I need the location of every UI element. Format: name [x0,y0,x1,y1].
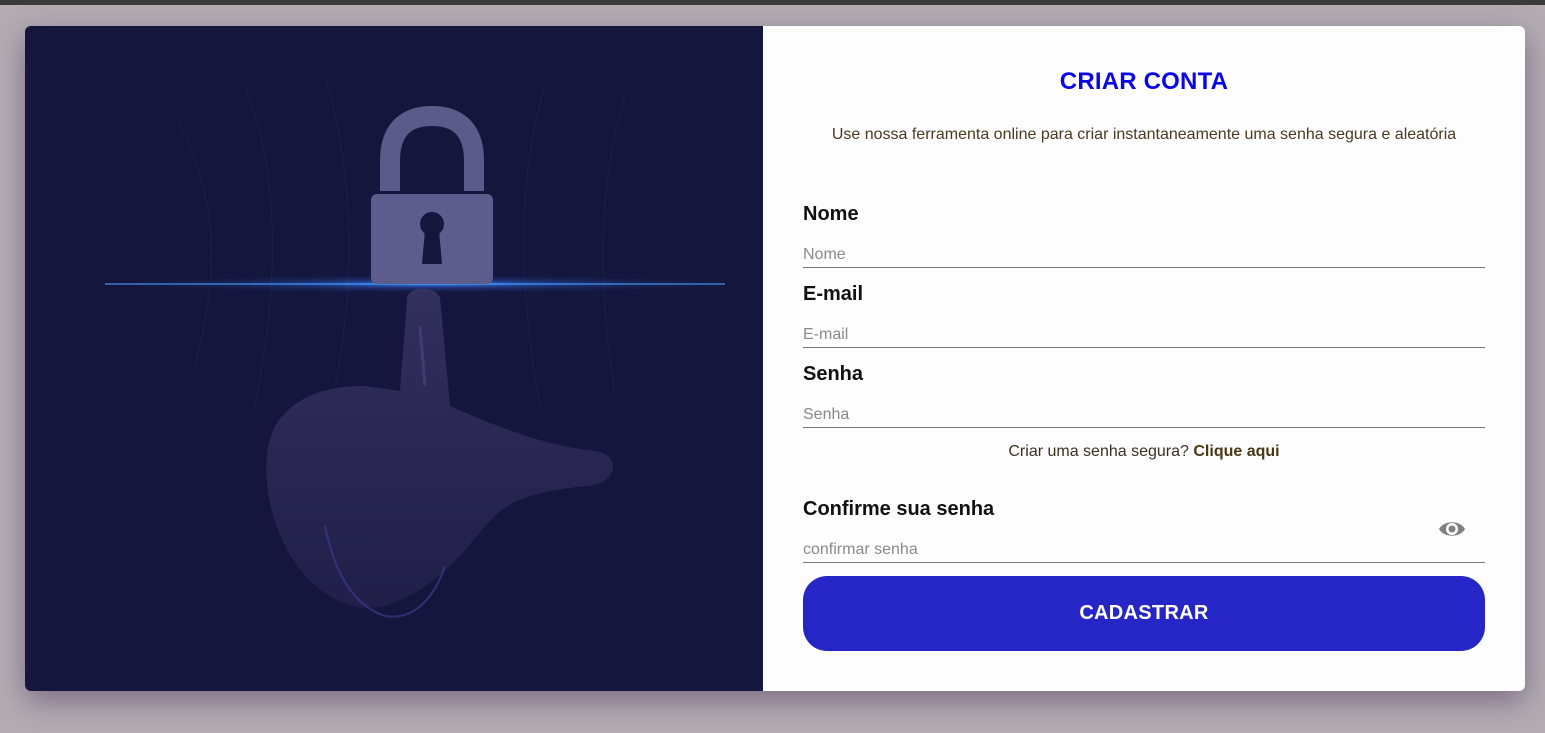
secure-password-hint: Criar uma senha segura? Clique aqui [763,443,1525,461]
generate-password-link[interactable]: Clique aqui [1193,443,1279,460]
confirm-password-input[interactable] [803,537,1485,563]
email-input[interactable] [803,322,1485,348]
hint-text: Criar uma senha segura? [1008,443,1189,460]
name-label: Nome [803,203,859,225]
padlock-finger-illustration [102,75,762,618]
browser-top-edge [0,0,1545,5]
signup-card: CRIAR CONTA Use nossa ferramenta online … [25,26,1525,691]
padlock-icon [371,105,493,284]
signup-form-panel: CRIAR CONTA Use nossa ferramenta online … [763,26,1525,691]
hero-image-panel [25,26,763,691]
hand-illustration [266,288,614,618]
register-button[interactable]: CADASTRAR [803,576,1485,651]
password-label: Senha [803,363,864,385]
form-title: CRIAR CONTA [1059,68,1229,95]
form-subtitle: Use nossa ferramenta online para criar i… [831,126,1457,143]
name-input[interactable] [803,242,1485,268]
password-input[interactable] [803,402,1485,428]
email-label: E-mail [803,283,864,305]
confirm-password-label: Confirme sua senha [803,498,995,520]
eye-icon[interactable] [1437,516,1467,542]
